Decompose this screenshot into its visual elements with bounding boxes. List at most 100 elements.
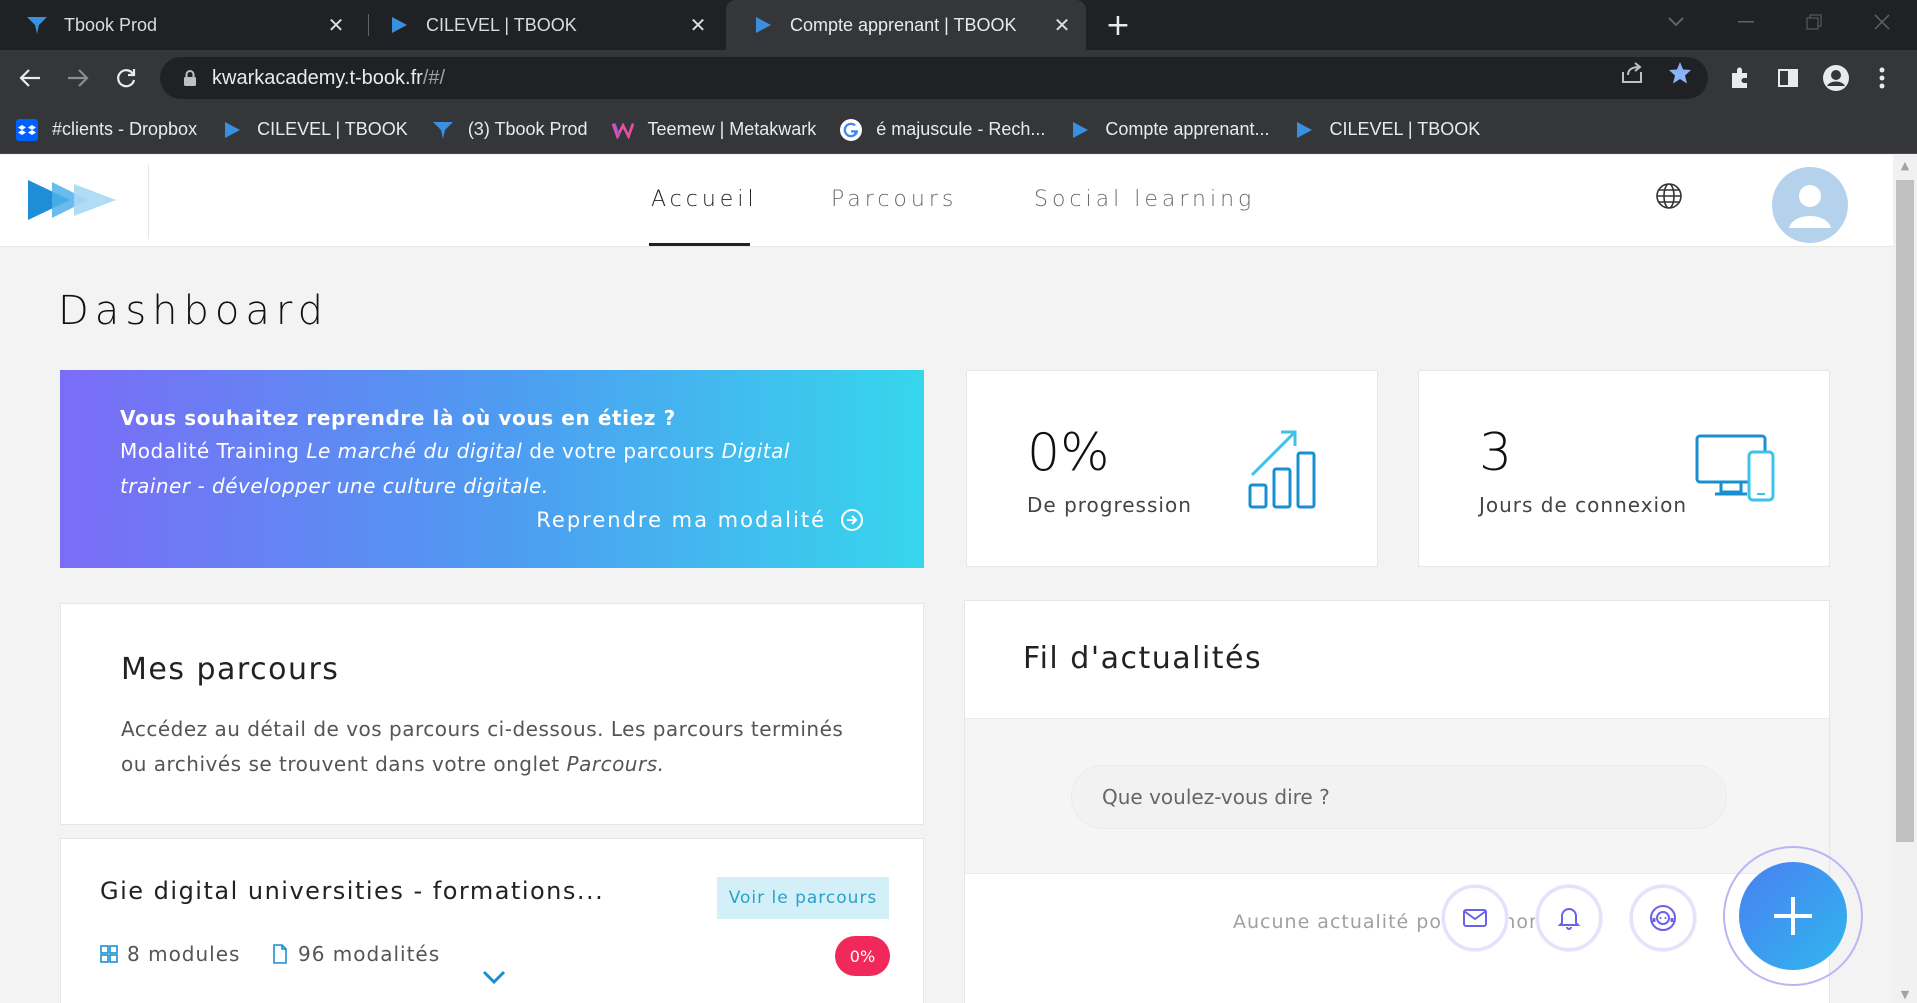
side-panel-icon[interactable] [1772, 62, 1804, 94]
news-feed-card: Fil d'actualités Aucune actualité pour l… [964, 600, 1830, 1003]
tab-search-icon[interactable] [1646, 0, 1706, 44]
divider [148, 165, 149, 239]
bookmark-item[interactable]: CILEVEL | TBOOK [221, 119, 408, 141]
resume-text: Modalité Training Le marché du digital d… [120, 439, 790, 498]
connection-stat-card: 3 Jours de connexion [1418, 370, 1830, 567]
bookmark-label: (3) Tbook Prod [467, 119, 588, 139]
extensions-puzzle-icon[interactable] [1724, 62, 1756, 94]
bookmark-star-icon[interactable] [1666, 59, 1694, 87]
news-empty-message: Aucune actualité pour le moment [1233, 911, 1583, 933]
notification-fab[interactable] [1536, 885, 1602, 951]
share-icon[interactable] [1618, 59, 1646, 87]
mes-parcours-description: Accédez au détail de vos parcours ci-des… [121, 717, 844, 776]
tbook-play-icon [388, 14, 410, 36]
tbook-play-icon [752, 14, 774, 36]
reload-icon[interactable] [110, 62, 142, 94]
course-card: Gie digital universities - formations...… [60, 838, 924, 1003]
tbook-play-icon [1069, 119, 1091, 141]
message-fab[interactable] [1442, 885, 1508, 951]
nav-tab-accueil[interactable]: Accueil [651, 187, 758, 212]
progress-value: 0% [1027, 423, 1110, 483]
add-fab-button[interactable] [1723, 846, 1863, 986]
minimize-icon[interactable] [1716, 0, 1776, 44]
resume-title: Vous souhaitez reprendre là où vous en é… [120, 406, 676, 430]
close-window-icon[interactable] [1852, 0, 1912, 44]
chevron-down-icon[interactable] [481, 967, 507, 987]
url-text: kwarkacademy.t-book.fr/#/ [212, 66, 446, 89]
tab-title: Compte apprenant | TBOOK [790, 14, 1017, 35]
bookmark-item[interactable]: (3) Tbook Prod [432, 119, 588, 141]
back-arrow-icon[interactable] [14, 62, 46, 94]
bookmark-label: #clients - Dropbox [52, 119, 198, 139]
mes-parcours-card: Mes parcours Accédez au détail de vos pa… [60, 603, 924, 825]
voir-le-parcours-button[interactable]: Voir le parcours [717, 877, 889, 919]
resume-modality-link[interactable]: Reprendre ma modalité [536, 508, 864, 532]
profile-icon[interactable] [1820, 62, 1852, 94]
course-title: Gie digital universities - formations... [100, 877, 605, 905]
nav-tab-social-learning[interactable]: Social learning [1034, 187, 1255, 212]
avatar[interactable] [1772, 167, 1848, 243]
bookmark-item[interactable]: Compte apprenant... [1069, 119, 1269, 141]
new-tab-button[interactable]: + [1102, 8, 1134, 43]
bookmark-label: é majuscule - Rech... [876, 119, 1046, 139]
restore-icon[interactable] [1784, 0, 1844, 44]
forward-arrow-icon[interactable] [62, 62, 94, 94]
mes-parcours-title: Mes parcours [121, 652, 340, 687]
modalities-count: 96 modalités [298, 942, 441, 966]
grid-modules-icon [100, 945, 118, 963]
globe-language-icon[interactable] [1654, 181, 1684, 211]
bookmark-item[interactable]: CILEVEL | TBOOK [1293, 119, 1480, 141]
menu-kebab-icon[interactable] [1866, 62, 1898, 94]
browser-tab[interactable]: CILEVEL | TBOOK ✕ [362, 0, 722, 50]
browser-tab-active[interactable]: Compte apprenant | TBOOK ✕ [726, 0, 1086, 50]
bookmark-label: Teemew | Metakwark [647, 119, 817, 139]
address-bar[interactable]: kwarkacademy.t-book.fr/#/ [160, 57, 1708, 99]
close-icon[interactable]: ✕ [1050, 13, 1074, 37]
teemew-icon [611, 119, 634, 141]
bell-icon [1557, 908, 1581, 930]
close-icon[interactable]: ✕ [686, 13, 710, 37]
scroll-up-icon[interactable]: ▲ [1898, 159, 1912, 173]
close-icon[interactable]: ✕ [324, 13, 348, 37]
page-title: Dashboard [58, 288, 330, 334]
nav-tab-parcours[interactable]: Parcours [831, 187, 957, 212]
modules-count: 8 modules [127, 942, 241, 966]
tab-title: CILEVEL | TBOOK [426, 14, 577, 35]
progress-stat-card: 0% De progression [966, 370, 1378, 567]
parcours-tab-link[interactable]: Parcours. [567, 752, 665, 776]
bookmark-label: Compte apprenant... [1105, 119, 1270, 139]
progress-label: De progression [1027, 493, 1192, 517]
plus-icon [1774, 897, 1812, 935]
arrow-circle-right-icon [841, 509, 863, 531]
tab-title: Tbook Prod [64, 14, 158, 35]
bookmark-label: CILEVEL | TBOOK [1329, 119, 1481, 139]
support-fab[interactable] [1630, 885, 1696, 951]
scrollbar-thumb[interactable] [1896, 180, 1914, 842]
bookmark-item[interactable]: Teemew | Metakwark [611, 119, 817, 141]
news-post-input[interactable] [1071, 765, 1727, 829]
support-headset-icon [1650, 905, 1676, 931]
dropbox-icon [16, 118, 38, 141]
tbook-play-icon [1293, 119, 1315, 141]
resume-banner: Vous souhaitez reprendre là où vous en é… [60, 370, 924, 568]
course-progress-badge: 0% [835, 936, 890, 976]
browser-tabstrip: Tbook Prod ✕ CILEVEL | TBOOK ✕ Compte ap… [0, 0, 1917, 50]
bookmark-item[interactable]: é majuscule - Rech... [840, 118, 1046, 141]
google-icon [840, 118, 863, 141]
envelope-icon [1463, 909, 1487, 927]
browser-tab[interactable]: Tbook Prod ✕ [0, 0, 360, 50]
scroll-down-icon[interactable]: ▼ [1898, 988, 1912, 1002]
lock-icon [184, 70, 196, 86]
tbook-logo[interactable] [26, 177, 118, 223]
course-modalities: 96 modalités [271, 942, 440, 966]
bookmark-item[interactable]: #clients - Dropbox [16, 118, 198, 141]
add-fab-inner [1739, 862, 1847, 970]
devices-icon [1695, 434, 1777, 508]
tbook-play-icon [221, 119, 243, 141]
resume-link-label: Reprendre ma modalité [536, 508, 826, 532]
bookmarks-bar: #clients - Dropbox CILEVEL | TBOOK (3) T… [0, 106, 1917, 154]
user-icon [1789, 185, 1831, 228]
course-modules: 8 modules [100, 942, 240, 966]
connection-days-value: 3 [1479, 423, 1513, 483]
news-title: Fil d'actualités [1023, 641, 1263, 676]
